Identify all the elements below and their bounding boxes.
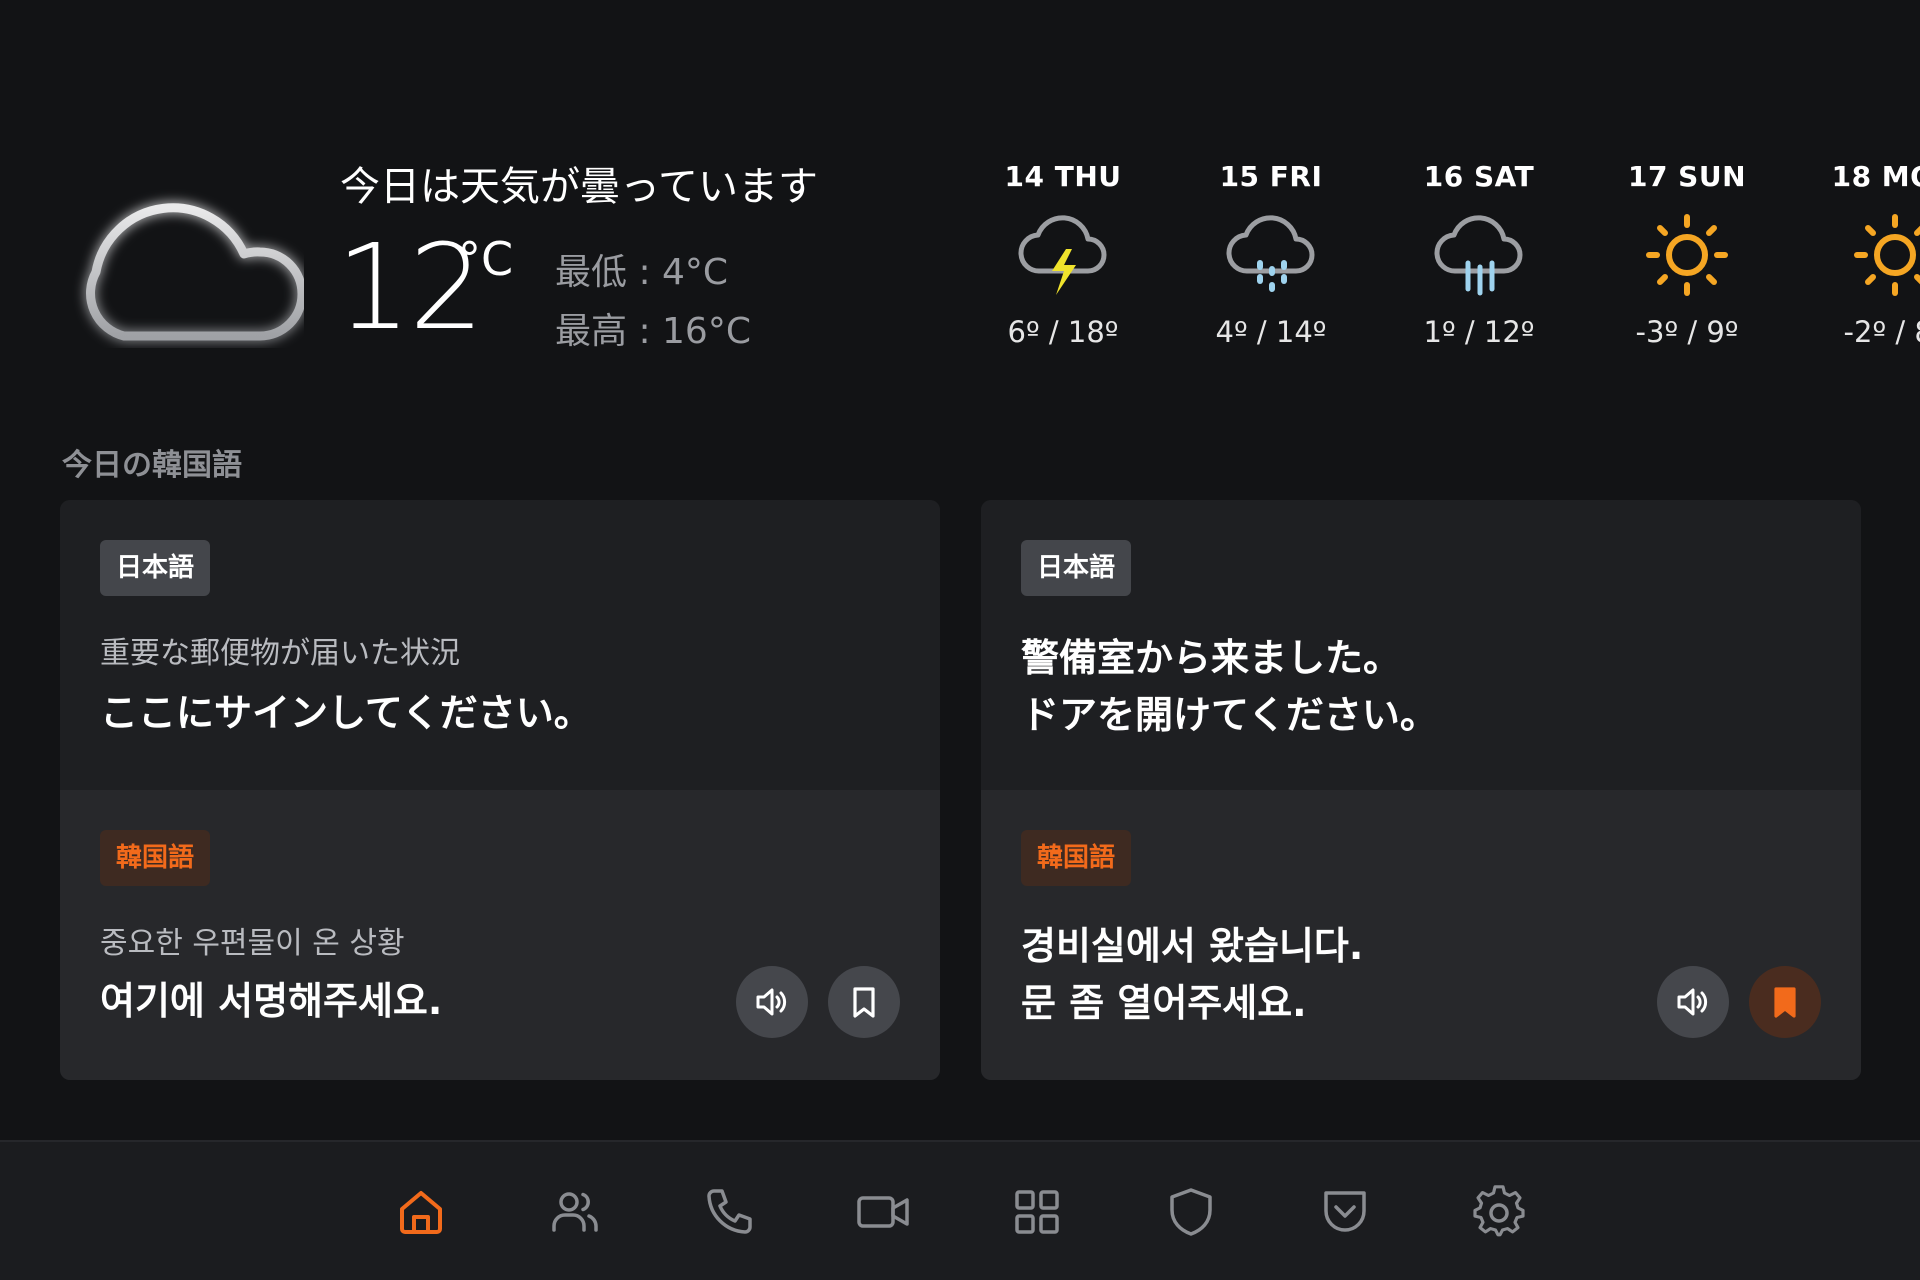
bookmark-button[interactable] [1749, 966, 1821, 1038]
forecast-day: 17 SUN -3º / 9º [1587, 160, 1787, 349]
forecast-day: 14 THU 6º / 18º [963, 160, 1163, 349]
forecast-day-label: 18 MON [1831, 160, 1920, 193]
nav-security[interactable] [1151, 1172, 1231, 1252]
nav-home[interactable] [381, 1172, 461, 1252]
bookmark-filled-icon [1774, 987, 1796, 1018]
bottom-navigation [0, 1140, 1920, 1280]
thunderstorm-icon [1018, 215, 1107, 295]
forecast-temps: 4º / 14º [1215, 315, 1327, 349]
forecast-day-label: 16 SAT [1423, 160, 1535, 193]
shield-icon [1170, 1188, 1212, 1236]
japanese-context: 重要な郵便物が届いた状況 [100, 636, 460, 671]
speak-button[interactable] [1657, 966, 1729, 1038]
forecast-day: 16 SAT 1º / 12º [1379, 160, 1579, 349]
phrase-card: 日本語 警備室から来ました。 ドアを開けてください。 韓国語 경비실에서 왔습니… [981, 500, 1861, 1080]
speaker-icon [756, 988, 787, 1016]
japanese-phrase: ここにサインしてください。 [100, 691, 592, 735]
forecast-day-label: 14 THU [1004, 160, 1122, 193]
forecast-day-label: 17 SUN [1627, 160, 1747, 193]
korean-tag: 韓国語 [100, 830, 211, 886]
sleet-icon [1226, 215, 1315, 292]
bookmark-button[interactable] [828, 966, 900, 1038]
nav-settings[interactable] [1459, 1172, 1539, 1252]
korean-context: 중요한 우편물이 온 상황 [100, 926, 405, 961]
nav-phone[interactable] [689, 1172, 769, 1252]
japanese-phrase-line: 警備室から来ました。 [1021, 636, 1402, 680]
inbox-icon [1324, 1191, 1366, 1232]
contacts-icon [552, 1192, 598, 1232]
rain-icon [1434, 215, 1523, 296]
weather-forecast: 14 THU 6º / 18º 15 FRI 4º / 14º 16 SAT 1… [0, 160, 1920, 360]
speaker-icon [1677, 988, 1708, 1016]
nav-contacts[interactable] [535, 1172, 615, 1252]
forecast-temps: -2º / 8º [1843, 315, 1920, 349]
bookmark-icon [853, 987, 875, 1018]
phrase-card: 日本語 重要な郵便物が届いた状況 ここにサインしてください。 韓国語 중요한 우… [60, 500, 940, 1080]
home-icon [400, 1191, 442, 1234]
sun-icon [1646, 214, 1728, 296]
korean-section: 韓国語 경비실에서 왔습니다. 문 좀 열어주세요. [981, 790, 1861, 1080]
japanese-phrase: 警備室から来ました。 ドアを開けてください。 [1021, 630, 1438, 744]
japanese-tag: 日本語 [1021, 540, 1132, 596]
settings-icon [1473, 1185, 1525, 1237]
japanese-section: 日本語 重要な郵便物が届いた状況 ここにサインしてください。 [60, 500, 940, 790]
section-title: 今日の韓国語 [62, 448, 242, 483]
nav-inbox[interactable] [1305, 1172, 1385, 1252]
forecast-temps: 6º / 18º [1007, 315, 1119, 349]
apps-icon [1015, 1190, 1059, 1234]
forecast-day: 15 FRI 4º / 14º [1171, 160, 1371, 349]
japanese-tag: 日本語 [100, 540, 211, 596]
japanese-section: 日本語 警備室から来ました。 ドアを開けてください。 [981, 500, 1861, 790]
korean-section: 韓国語 중요한 우편물이 온 상황 여기에 서명해주세요. [60, 790, 940, 1080]
nav-apps[interactable] [997, 1172, 1077, 1252]
japanese-phrase-line: ドアを開けてください。 [1021, 693, 1438, 737]
korean-phrase: 경비실에서 왔습니다. 문 좀 열어주세요. [1021, 918, 1363, 1032]
home-screen: 今日は天気が曇っています 12 °C 最低 : 4°C 最高 : 16°C 14… [0, 0, 1920, 1280]
korean-tag: 韓国語 [1021, 830, 1132, 886]
korean-phrase-line: 문 좀 열어주세요. [1021, 981, 1307, 1025]
forecast-temps: -3º / 9º [1635, 315, 1739, 349]
speak-button[interactable] [736, 966, 808, 1038]
forecast-temps: 1º / 12º [1423, 315, 1535, 349]
nav-video[interactable] [843, 1172, 923, 1252]
forecast-day-label: 15 FRI [1219, 160, 1323, 193]
korean-phrase: 여기에 서명해주세요. [100, 979, 443, 1023]
phone-icon [707, 1189, 752, 1234]
korean-phrase-line: 경비실에서 왔습니다. [1021, 924, 1364, 968]
forecast-day: 18 MON -2º / 8º [1795, 160, 1920, 349]
video-icon [857, 1196, 909, 1228]
sun-icon [1854, 214, 1920, 296]
